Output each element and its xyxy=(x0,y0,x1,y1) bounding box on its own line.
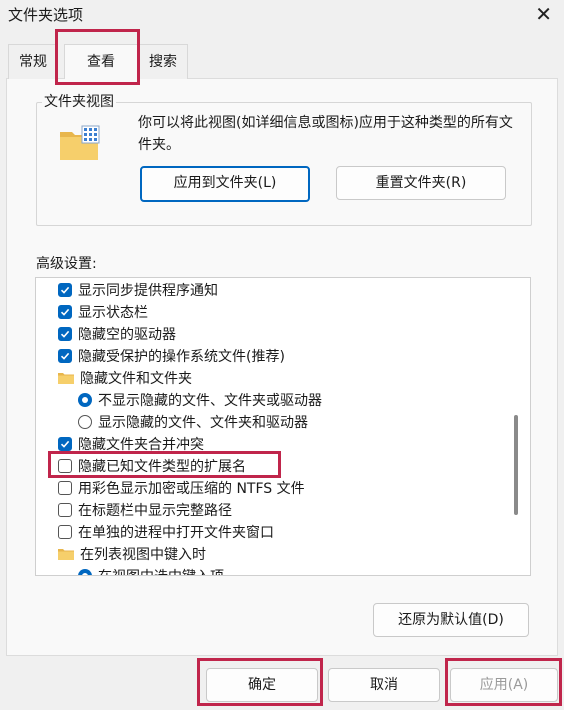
checkbox-unchecked-icon[interactable] xyxy=(58,459,72,473)
setting-dont-show-hidden[interactable]: 不显示隐藏的文件、文件夹或驱动器 xyxy=(78,389,322,411)
checkbox-checked-icon[interactable] xyxy=(58,283,72,297)
setting-label: 显示同步提供程序通知 xyxy=(78,283,218,299)
checkbox-unchecked-icon[interactable] xyxy=(58,481,72,495)
apply-button[interactable]: 应用(A) xyxy=(450,668,558,702)
setting-label: 隐藏受保护的操作系统文件(推荐) xyxy=(78,349,285,365)
tab-search[interactable]: 搜索 xyxy=(138,44,188,79)
advanced-settings-list: 显示同步提供程序通知 显示状态栏 隐藏空的驱动器 隐藏受保护的操作系统文件(推荐… xyxy=(35,277,531,576)
setting-label: 显示状态栏 xyxy=(78,305,148,321)
checkbox-checked-icon[interactable] xyxy=(58,437,72,451)
setting-label: 在标题栏中显示完整路径 xyxy=(78,503,232,519)
folder-view-icon xyxy=(60,125,100,160)
folder-icon xyxy=(58,549,74,560)
setting-show-status-bar[interactable]: 显示状态栏 xyxy=(58,301,148,323)
tab-general[interactable]: 常规 xyxy=(8,44,58,79)
setting-label: 显示隐藏的文件、文件夹和驱动器 xyxy=(98,415,308,431)
setting-hide-empty-drives[interactable]: 隐藏空的驱动器 xyxy=(58,323,176,345)
advanced-settings-label: 高级设置: xyxy=(36,256,97,272)
setting-hide-known-extensions[interactable]: 隐藏已知文件类型的扩展名 xyxy=(58,455,246,477)
checkbox-unchecked-icon[interactable] xyxy=(58,525,72,539)
radio-selected-icon[interactable] xyxy=(78,569,92,575)
checkbox-checked-icon[interactable] xyxy=(58,327,72,341)
tab-view[interactable]: 查看 xyxy=(64,44,138,79)
setting-group-label: 在列表视图中键入时 xyxy=(80,547,206,563)
ok-button[interactable]: 确定 xyxy=(206,668,318,702)
checkbox-unchecked-icon[interactable] xyxy=(58,503,72,517)
setting-label: 隐藏已知文件类型的扩展名 xyxy=(78,459,246,475)
setting-show-hidden[interactable]: 显示隐藏的文件、文件夹和驱动器 xyxy=(78,411,308,433)
group-typing-in-list-view: 在列表视图中键入时 xyxy=(58,543,206,565)
setting-separate-process[interactable]: 在单独的进程中打开文件夹窗口 xyxy=(58,521,274,543)
radio-unselected-icon[interactable] xyxy=(78,415,92,429)
window-title: 文件夹选项 xyxy=(8,6,84,24)
checkbox-checked-icon[interactable] xyxy=(58,305,72,319)
radio-selected-icon[interactable] xyxy=(78,393,92,407)
setting-group-label: 隐藏文件和文件夹 xyxy=(80,371,192,387)
setting-label: 隐藏文件夹合并冲突 xyxy=(78,437,204,453)
reset-folders-button[interactable]: 重置文件夹(R) xyxy=(336,166,506,200)
setting-hide-protected-os-files[interactable]: 隐藏受保护的操作系统文件(推荐) xyxy=(58,345,285,367)
scrollbar-thumb[interactable] xyxy=(514,415,518,515)
close-icon[interactable]: ✕ xyxy=(535,2,552,26)
group-hidden-files-and-folders: 隐藏文件和文件夹 xyxy=(58,367,192,389)
setting-select-typed-item[interactable]: 在视图中选中键入项 xyxy=(78,565,224,575)
setting-full-path-in-title[interactable]: 在标题栏中显示完整路径 xyxy=(58,499,232,521)
setting-label: 在单独的进程中打开文件夹窗口 xyxy=(78,525,274,541)
setting-show-sync-notifications[interactable]: 显示同步提供程序通知 xyxy=(58,279,218,301)
cancel-button[interactable]: 取消 xyxy=(328,668,440,702)
setting-label: 不显示隐藏的文件、文件夹或驱动器 xyxy=(98,393,322,409)
setting-hide-folder-merge-conflicts[interactable]: 隐藏文件夹合并冲突 xyxy=(58,433,204,455)
setting-label: 用彩色显示加密或压缩的 NTFS 文件 xyxy=(78,481,305,497)
setting-label: 在视图中选中键入项 xyxy=(98,566,224,575)
setting-color-ntfs-files[interactable]: 用彩色显示加密或压缩的 NTFS 文件 xyxy=(58,477,305,499)
checkbox-checked-icon[interactable] xyxy=(58,349,72,363)
setting-label: 隐藏空的驱动器 xyxy=(78,327,176,343)
folder-icon xyxy=(58,373,74,384)
apply-to-folders-button[interactable]: 应用到文件夹(L) xyxy=(140,166,310,202)
restore-defaults-button[interactable]: 还原为默认值(D) xyxy=(373,603,529,637)
folder-views-description: 你可以将此视图(如详细信息或图标)应用于这种类型的所有文件夹。 xyxy=(138,115,513,153)
folder-views-title: 文件夹视图 xyxy=(42,91,116,111)
